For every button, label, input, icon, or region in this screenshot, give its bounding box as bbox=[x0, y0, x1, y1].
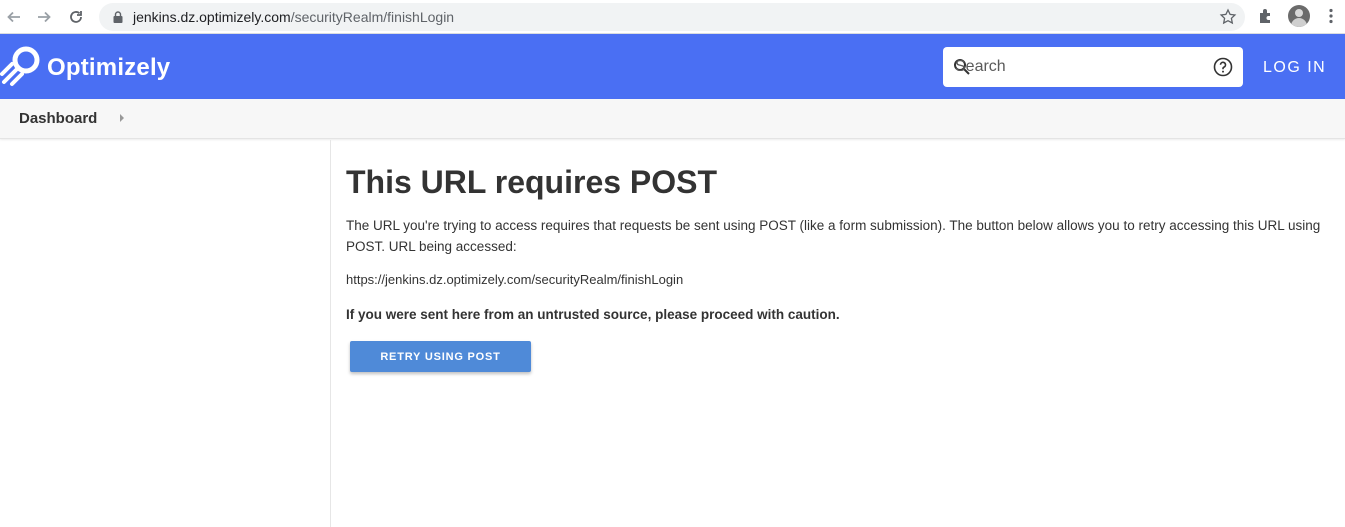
search-box[interactable] bbox=[943, 47, 1243, 87]
page-header: Optimizely LOG IN bbox=[0, 34, 1345, 99]
reload-icon[interactable] bbox=[65, 6, 87, 28]
extensions-icon[interactable] bbox=[1257, 7, 1275, 25]
browser-toolbar: jenkins.dz.optimizely.com/securityRealm/… bbox=[0, 0, 1345, 34]
url-host: jenkins.dz.optimizely.com bbox=[133, 9, 291, 25]
back-icon[interactable] bbox=[3, 6, 25, 28]
login-link[interactable]: LOG IN bbox=[1263, 59, 1326, 77]
address-bar[interactable]: jenkins.dz.optimizely.com/securityRealm/… bbox=[99, 3, 1245, 31]
menu-icon[interactable] bbox=[1322, 7, 1340, 25]
star-icon[interactable] bbox=[1219, 8, 1237, 26]
breadcrumb-chevron-icon[interactable] bbox=[120, 114, 124, 122]
page-title: This URL requires POST bbox=[346, 164, 718, 200]
accessed-url: https://jenkins.dz.optimizely.com/securi… bbox=[346, 272, 684, 287]
help-icon[interactable] bbox=[1213, 57, 1233, 77]
retry-post-button[interactable]: RETRY USING POST bbox=[350, 341, 531, 372]
lock-icon bbox=[113, 11, 123, 23]
optimizely-logo[interactable] bbox=[0, 42, 44, 88]
forward-icon[interactable] bbox=[33, 6, 55, 28]
url-text: jenkins.dz.optimizely.com/securityRealm/… bbox=[133, 9, 454, 25]
search-input[interactable] bbox=[955, 47, 1205, 87]
breadcrumb: Dashboard bbox=[0, 99, 1345, 139]
description-text: The URL you're trying to access requires… bbox=[346, 218, 1321, 254]
caution-text: If you were sent here from an untrusted … bbox=[346, 307, 840, 322]
side-panel bbox=[0, 140, 331, 527]
avatar[interactable] bbox=[1288, 5, 1310, 27]
url-path: /securityRealm/finishLogin bbox=[290, 9, 455, 25]
breadcrumb-dashboard[interactable]: Dashboard bbox=[19, 110, 97, 127]
brand-name[interactable]: Optimizely bbox=[47, 54, 170, 82]
